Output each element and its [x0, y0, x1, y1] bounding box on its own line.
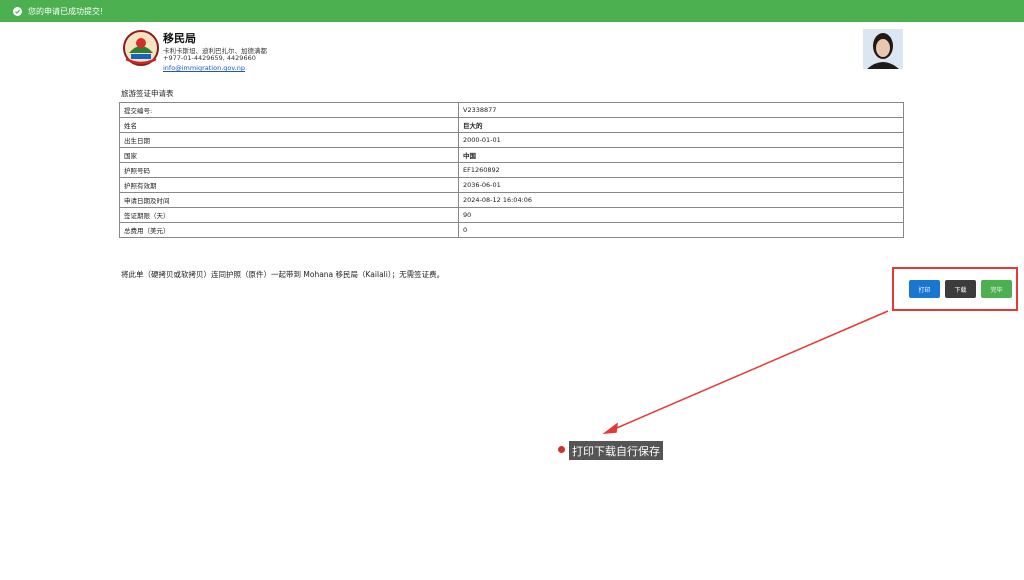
annotation-marker-dot [558, 446, 565, 453]
annotation-arrow [602, 310, 889, 434]
annotation-callout: 打印下载自行保存 [569, 441, 663, 460]
